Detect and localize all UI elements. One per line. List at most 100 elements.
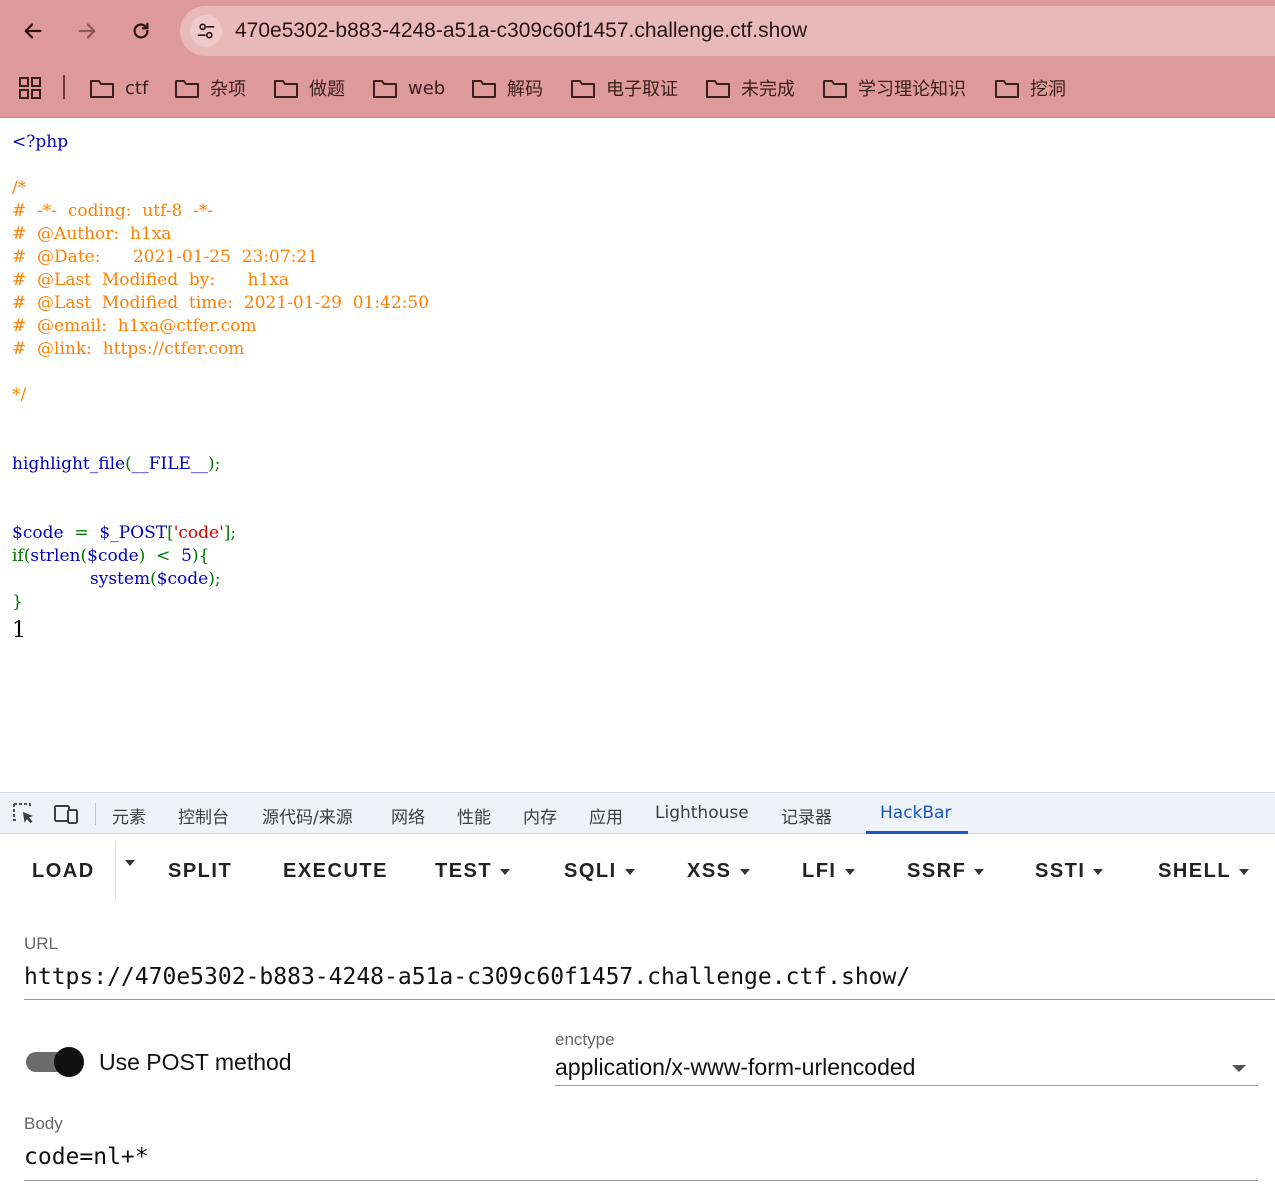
hackbar-sqli-menu[interactable]: SQLI xyxy=(564,860,635,883)
code-token: $_POST xyxy=(99,523,168,543)
devtools-tab-console[interactable]: 控制台 xyxy=(178,803,229,828)
bookmark-folder-practice[interactable]: 做题 xyxy=(273,74,345,102)
chevron-down-icon xyxy=(624,868,635,875)
menu-label: SSTI xyxy=(1035,860,1086,882)
bookmark-folder-theory[interactable]: 学习理论知识 xyxy=(822,74,966,102)
hackbar-ssrf-menu[interactable]: SSRF xyxy=(907,860,985,883)
devtools-tab-memory[interactable]: 内存 xyxy=(523,803,557,828)
reload-button[interactable] xyxy=(123,14,159,48)
devtools-tab-sources[interactable]: 源代码/来源 xyxy=(262,803,353,828)
folder-icon xyxy=(571,80,595,98)
devtools-tab-elements[interactable]: 元素 xyxy=(112,803,146,828)
code-token: ( xyxy=(150,569,157,589)
bookmarks-bar: ctf 杂项 做题 web 解码 电子取证 未完成 学习理论知识 挖洞 xyxy=(0,62,1275,118)
code-token: system xyxy=(90,569,151,589)
url-input-underline xyxy=(24,999,1275,1000)
bookmark-folder-web[interactable]: web xyxy=(372,74,445,102)
hackbar-execute-button[interactable]: EXECUTE xyxy=(283,860,388,883)
chevron-down-icon xyxy=(739,868,750,875)
hackbar-lfi-menu[interactable]: LFI xyxy=(802,860,855,883)
chevron-down-icon xyxy=(974,868,985,875)
forward-button[interactable] xyxy=(69,14,105,48)
inspect-element-icon[interactable] xyxy=(12,802,38,826)
bookmark-label: web xyxy=(408,77,446,99)
devtools-tab-hackbar[interactable]: HackBar xyxy=(880,803,951,823)
devtools-tab-application[interactable]: 应用 xyxy=(589,803,623,828)
code-token: 'code' xyxy=(173,523,224,543)
address-bar[interactable]: 470e5302-b883-4248-a51a-c309c60f1457.cha… xyxy=(180,6,1275,56)
menu-label: LFI xyxy=(802,860,837,882)
code-if-line: if(strlen($code) < 5){ xyxy=(12,545,209,567)
body-input-underline xyxy=(24,1180,1258,1181)
hackbar-split-button[interactable]: SPLIT xyxy=(168,860,232,883)
code-token: $code xyxy=(12,523,64,543)
menu-label: SQLI xyxy=(564,860,617,882)
apps-grid-icon[interactable] xyxy=(18,76,42,100)
bookmark-folder-bughunt[interactable]: 挖洞 xyxy=(994,74,1066,102)
chevron-down-icon xyxy=(125,860,135,866)
code-token: ){ xyxy=(192,546,210,566)
enctype-label: enctype xyxy=(555,1030,615,1049)
comment-line: # -*- coding: utf-8 -*- xyxy=(12,201,214,221)
hackbar-shell-menu[interactable]: SHELL xyxy=(1158,860,1250,883)
chevron-down-icon xyxy=(500,868,511,875)
menu-label: EXECUTE xyxy=(283,860,388,882)
comment-line: # @Author: h1xa xyxy=(12,224,172,244)
code-assign-line: $code = $_POST['code']; xyxy=(12,522,236,544)
bookmark-label: 挖洞 xyxy=(1030,79,1066,100)
post-method-label: Use POST method xyxy=(99,1049,292,1075)
dropdown-arrow-icon[interactable] xyxy=(1232,1065,1246,1072)
bookmark-folder-misc[interactable]: 杂项 xyxy=(174,74,246,102)
hackbar-menu: LOAD SPLIT EXECUTE TEST SQLI XSS LFI SSR… xyxy=(0,834,1275,906)
hackbar-test-menu[interactable]: TEST xyxy=(435,860,511,883)
code-token: 5 xyxy=(181,546,192,566)
site-info-button[interactable] xyxy=(190,15,222,47)
code-system-line: system($code); xyxy=(90,568,221,590)
enctype-select[interactable]: application/x-www-form-urlencoded xyxy=(555,1054,915,1081)
chevron-down-icon xyxy=(844,868,855,875)
code-brace-close: } xyxy=(12,592,23,612)
bookmarks-separator xyxy=(63,75,65,99)
bookmark-folder-decode[interactable]: 解码 xyxy=(471,74,543,102)
hackbar-ssti-menu[interactable]: SSTI xyxy=(1035,860,1104,883)
device-toolbar-icon[interactable] xyxy=(53,802,79,826)
load-split-divider xyxy=(115,842,116,900)
devtools-tab-recorder[interactable]: 记录器 xyxy=(781,803,832,828)
folder-icon xyxy=(373,80,397,98)
back-button[interactable] xyxy=(15,14,51,48)
folder-icon xyxy=(175,80,199,98)
enctype-underline xyxy=(555,1085,1258,1086)
code-token: ]; xyxy=(223,523,237,543)
reload-icon xyxy=(133,22,149,39)
url-input[interactable]: https://470e5302-b883-4248-a51a-c309c60f… xyxy=(24,964,910,990)
hackbar-load-button[interactable]: LOAD xyxy=(32,860,95,883)
code-highlight-file: highlight_file(__FILE__); xyxy=(12,453,220,475)
folder-icon xyxy=(90,80,114,98)
code-token: ); xyxy=(208,569,221,589)
code-token: ) < xyxy=(138,546,182,566)
devtools-tab-strip: 元素 控制台 源代码/来源 网络 性能 内存 应用 Lighthouse 记录器… xyxy=(0,792,1275,834)
command-output: 1 xyxy=(12,618,26,643)
chevron-down-icon xyxy=(1239,868,1250,875)
bookmark-folder-forensics[interactable]: 电子取证 xyxy=(570,74,678,102)
body-field-label: Body xyxy=(24,1114,63,1133)
hackbar-xss-menu[interactable]: XSS xyxy=(687,860,750,883)
post-method-toggle[interactable] xyxy=(26,1047,86,1077)
devtools-tab-performance[interactable]: 性能 xyxy=(457,803,491,828)
menu-label: SPLIT xyxy=(168,860,233,882)
back-arrow-icon xyxy=(24,23,42,39)
bookmark-folder-ctf[interactable]: ctf xyxy=(89,74,148,102)
body-input[interactable]: code=nl+* xyxy=(24,1144,149,1170)
devtools-tab-lighthouse[interactable]: Lighthouse xyxy=(655,803,749,823)
hackbar-load-dropdown[interactable] xyxy=(117,860,135,866)
bookmark-label: 学习理论知识 xyxy=(858,79,966,100)
folder-icon xyxy=(706,80,730,98)
code-token: $code xyxy=(156,569,209,589)
toggle-thumb xyxy=(54,1047,84,1077)
code-token: ); xyxy=(207,454,221,474)
address-bar-url[interactable]: 470e5302-b883-4248-a51a-c309c60f1457.cha… xyxy=(235,19,807,43)
folder-icon xyxy=(274,80,298,98)
devtools-tab-network[interactable]: 网络 xyxy=(391,803,425,828)
page-content: <?php /* # -*- coding: utf-8 -*- # @Auth… xyxy=(0,118,1275,792)
bookmark-folder-unfinished[interactable]: 未完成 xyxy=(705,74,795,102)
